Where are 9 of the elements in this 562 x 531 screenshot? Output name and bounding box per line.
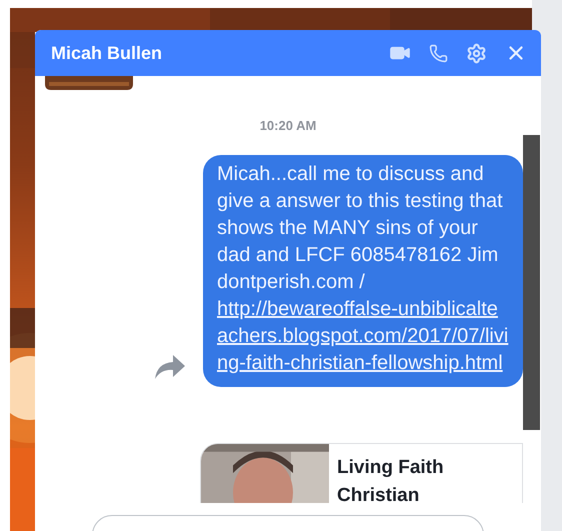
message-link[interactable]: http://bewareoffalse-unbiblicalteachers.blogspot.com/2017/07/living-faith-christian-fellowship.html [217,296,509,377]
settings-icon[interactable] [466,42,487,64]
message-timestamp: 10:20 AM [260,117,316,135]
phone-icon[interactable] [429,44,448,62]
preview-title: Living Faith Christian [336,456,445,503]
window-title: Micah Bullen [51,42,162,64]
scrollbar[interactable] [523,135,540,430]
share-icon[interactable] [155,355,185,379]
link-preview-card[interactable]: Living Faith Christian [200,443,523,503]
